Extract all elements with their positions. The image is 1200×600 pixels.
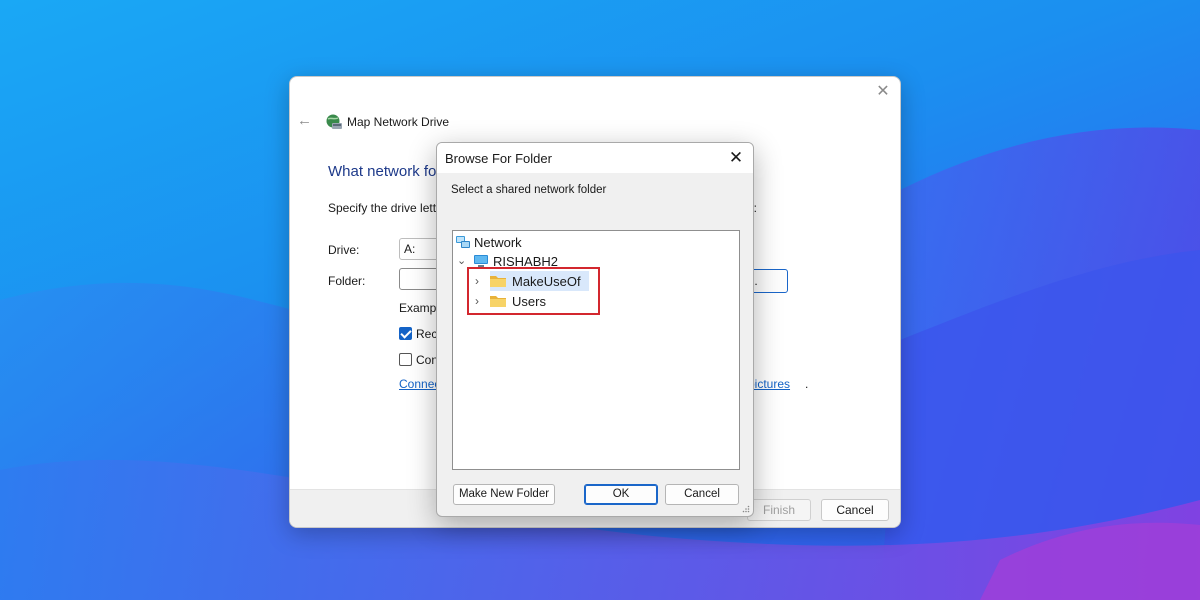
dialog-titlebar: Browse For Folder ✕: [437, 143, 753, 173]
dialog-instruction: Select a shared network folder: [451, 184, 606, 196]
network-icon: [455, 234, 471, 250]
dialog-title: Browse For Folder: [445, 151, 552, 166]
intro-text: Specify the drive lette: [328, 201, 443, 215]
close-icon[interactable]: ✕: [874, 83, 892, 101]
credentials-label: Con: [416, 353, 438, 367]
reconnect-checkbox[interactable]: [399, 327, 412, 340]
finish-button[interactable]: Finish: [747, 499, 811, 521]
credentials-checkbox[interactable]: [399, 353, 412, 366]
tree-label: Network: [474, 235, 522, 250]
window-title: Map Network Drive: [347, 115, 449, 129]
cancel-button[interactable]: Cancel: [821, 499, 889, 521]
folder-label: Folder:: [328, 274, 365, 288]
network-drive-icon: [325, 113, 343, 131]
resize-grip-icon[interactable]: [742, 505, 750, 513]
drive-label: Drive:: [328, 243, 359, 257]
page-heading: What network fo: [328, 163, 436, 180]
tree-node-network[interactable]: Network: [455, 233, 575, 251]
folder-tree[interactable]: Network ⌄ RISHABH2 › MakeUseOf ›: [452, 230, 740, 470]
close-icon[interactable]: ✕: [725, 147, 747, 169]
link-period: .: [805, 377, 808, 391]
cancel-button[interactable]: Cancel: [665, 484, 739, 505]
browse-for-folder-dialog: Browse For Folder ✕ Select a shared netw…: [436, 142, 754, 517]
connect-website-link[interactable]: Connec: [399, 377, 440, 391]
back-arrow-icon[interactable]: ←: [297, 113, 313, 129]
chevron-down-icon[interactable]: ⌄: [457, 256, 467, 266]
reconnect-label: Rec: [416, 327, 437, 341]
make-new-folder-button[interactable]: Make New Folder: [453, 484, 555, 505]
example-text: Examp: [399, 301, 436, 315]
ok-button[interactable]: OK: [584, 484, 658, 505]
annotation-highlight-box: [467, 267, 600, 315]
